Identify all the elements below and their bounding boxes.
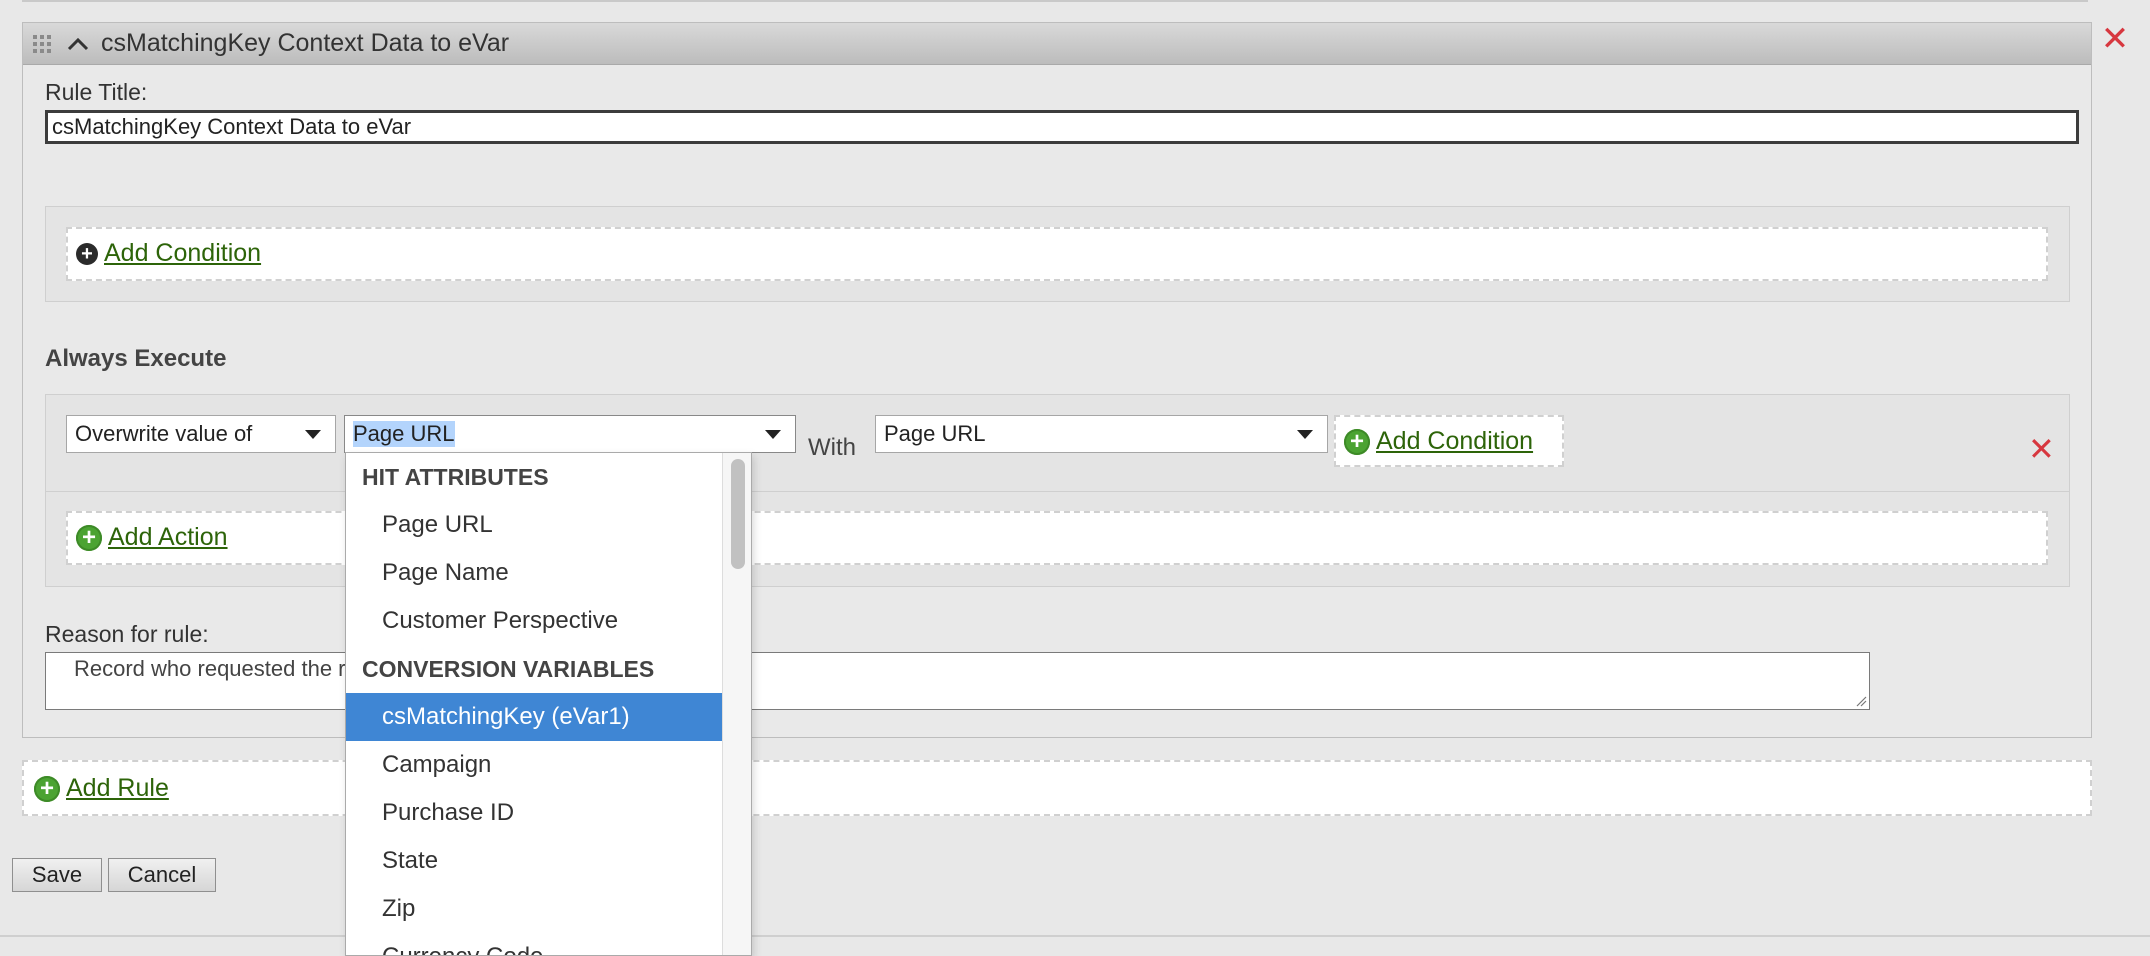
dropdown-group-label: HIT ATTRIBUTES xyxy=(362,463,549,490)
resize-handle-icon[interactable] xyxy=(1855,695,1867,707)
dropdown-item[interactable]: Page Name xyxy=(346,549,722,597)
dropdown-item[interactable]: Campaign xyxy=(346,741,722,789)
caret-down-icon xyxy=(1297,430,1313,439)
target-dropdown-menu[interactable]: HIT ATTRIBUTES Page URL Page Name Custom… xyxy=(345,452,752,956)
rule-title-input[interactable] xyxy=(45,110,2079,144)
delete-rule-icon[interactable]: ✕ xyxy=(2100,22,2130,56)
dropdown-item[interactable]: Purchase ID xyxy=(346,789,722,837)
with-label: With xyxy=(808,434,856,461)
add-rule-link[interactable]: + Add Rule xyxy=(34,774,169,803)
bottom-divider xyxy=(0,935,2150,937)
dropdown-item-selected[interactable]: csMatchingKey (eVar1) xyxy=(346,693,722,741)
operation-select[interactable]: Overwrite value of xyxy=(66,415,336,453)
top-divider xyxy=(22,0,2088,2)
action-add-condition-zone: + Add Condition xyxy=(1334,415,1564,467)
dropdown-list: HIT ATTRIBUTES Page URL Page Name Custom… xyxy=(346,453,722,955)
save-button[interactable]: Save xyxy=(12,858,102,892)
dropdown-item[interactable]: Page URL xyxy=(346,501,722,549)
conditions-container: + Add Condition xyxy=(45,206,2070,302)
cancel-button[interactable]: Cancel xyxy=(108,858,216,892)
reason-value: Record who requested the r xyxy=(74,656,346,681)
source-select[interactable]: Page URL xyxy=(875,415,1328,453)
action-add-condition-link[interactable]: + Add Condition xyxy=(1344,427,1533,456)
add-action-link[interactable]: + Add Action xyxy=(76,523,228,552)
dropdown-group-label: CONVERSION VARIABLES xyxy=(362,655,655,682)
add-rule-zone: + Add Rule xyxy=(22,760,2092,816)
dropdown-item[interactable]: Zip xyxy=(346,885,722,933)
reason-textarea[interactable]: Record who requested the r xyxy=(45,652,1870,710)
rule-header-title: csMatchingKey Context Data to eVar xyxy=(101,29,510,57)
add-condition-zone: + Add Condition xyxy=(66,227,2048,281)
always-execute-heading: Always Execute xyxy=(45,345,227,372)
dropdown-item[interactable]: Currency Code xyxy=(346,933,722,955)
rule-panel: csMatchingKey Context Data to eVar Rule … xyxy=(22,22,2092,738)
plus-circle-icon: + xyxy=(1344,428,1370,455)
plus-circle-icon: + xyxy=(34,775,60,802)
dropdown-item[interactable]: Customer Perspective xyxy=(346,597,722,645)
drag-handle-icon[interactable] xyxy=(33,33,55,55)
rule-title-label: Rule Title: xyxy=(45,79,148,105)
target-select[interactable]: Page URL xyxy=(344,415,796,453)
add-condition-link[interactable]: + Add Condition xyxy=(76,239,261,268)
chevron-up-icon[interactable] xyxy=(65,31,91,57)
plus-circle-icon: + xyxy=(76,242,98,265)
dropdown-scrollbar[interactable] xyxy=(722,453,751,955)
reason-label: Reason for rule: xyxy=(45,621,209,647)
operation-value: Overwrite value of xyxy=(75,421,253,446)
caret-down-icon xyxy=(765,430,781,439)
delete-action-icon[interactable]: ✕ xyxy=(2028,433,2055,465)
action-add-condition-label[interactable]: Add Condition xyxy=(1376,427,1533,456)
add-rule-label[interactable]: Add Rule xyxy=(66,774,169,803)
dropdown-item[interactable]: State xyxy=(346,837,722,885)
rule-header: csMatchingKey Context Data to eVar xyxy=(23,23,2091,65)
plus-circle-icon: + xyxy=(76,524,102,551)
source-value: Page URL xyxy=(884,421,986,446)
target-value: Page URL xyxy=(353,421,455,447)
scrollbar-thumb[interactable] xyxy=(731,459,745,569)
add-action-label[interactable]: Add Action xyxy=(108,523,228,552)
add-condition-label[interactable]: Add Condition xyxy=(104,239,261,268)
caret-down-icon xyxy=(305,430,321,439)
